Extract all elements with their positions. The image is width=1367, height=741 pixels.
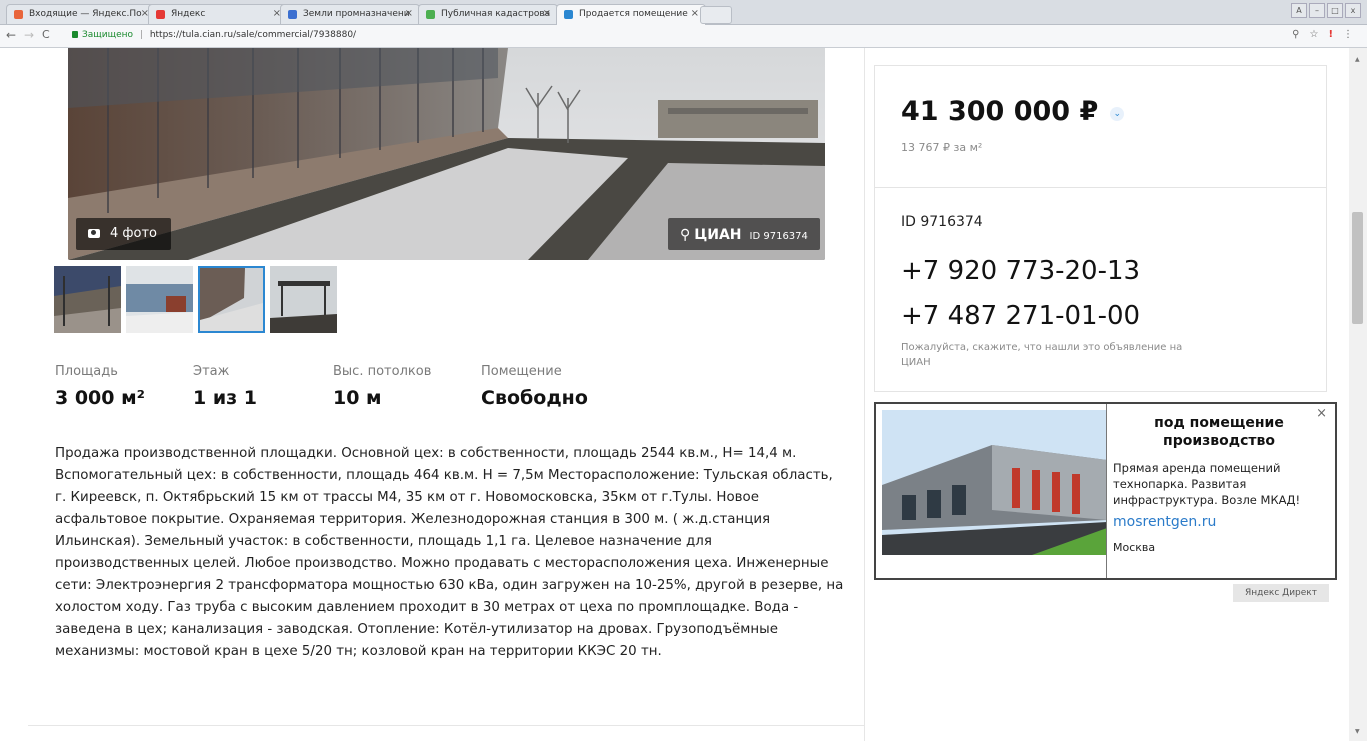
cian-logo: ЦИАН xyxy=(694,227,742,243)
ad-separator xyxy=(1106,404,1107,578)
thumbnail-image xyxy=(270,266,337,333)
user-button[interactable]: A xyxy=(1291,3,1307,18)
forward-icon[interactable]: → xyxy=(24,28,34,42)
price-value: 41 300 000 ₽ xyxy=(901,96,1099,127)
thumbnail[interactable] xyxy=(270,266,337,333)
new-tab-button[interactable] xyxy=(700,6,732,24)
stat-value: 10 м xyxy=(333,387,382,409)
yandex-icon xyxy=(156,10,165,19)
stat-value: Свободно xyxy=(481,387,588,409)
extension-icon[interactable]: ! xyxy=(1328,29,1333,40)
window-controls: A – □ x xyxy=(1291,3,1361,18)
listing-column: 4 фото ⚲ ЦИАН ID 9716374 Площадь 3 000 м² xyxy=(28,48,864,741)
ad-provider-label[interactable]: Яндекс Директ xyxy=(1233,584,1329,602)
ad-link[interactable]: mosrentgen.ru xyxy=(1113,514,1216,530)
tab-inbox[interactable]: Входящие — Яндекс.По × xyxy=(6,4,156,24)
stat-value: 1 из 1 xyxy=(193,387,258,409)
back-icon[interactable]: ← xyxy=(6,28,16,42)
thumbnail-image xyxy=(126,266,193,333)
listing-stats: Площадь 3 000 м² Этаж 1 из 1 Выс. потолк… xyxy=(55,364,630,409)
tab-label: Яндекс xyxy=(171,9,206,19)
photo-count-label: 4 фото xyxy=(110,226,157,241)
tab-label: Публичная кадастрова xyxy=(441,9,551,19)
address-actions: ⚲ ☆ ! ⋮ xyxy=(1292,29,1353,40)
url-text: https://tula.cian.ru/sale/commercial/793… xyxy=(149,30,357,40)
thumbnail-selected[interactable] xyxy=(198,266,265,333)
tab-cadastral[interactable]: Публичная кадастрова × xyxy=(418,4,558,24)
stat-premises: Помещение Свободно xyxy=(481,364,588,409)
bookmark-icon xyxy=(288,10,297,19)
phone-number[interactable]: +7 487 271-01-00 xyxy=(901,301,1140,331)
tab-yandex[interactable]: Яндекс × xyxy=(148,4,288,24)
stat-label: Выс. потолков xyxy=(333,364,432,379)
stat-value: 3 000 м² xyxy=(55,387,145,409)
section-divider xyxy=(28,725,864,726)
browser-tab-bar: Входящие — Яндекс.По × Яндекс × Земли пр… xyxy=(0,0,1367,25)
tab-label: Входящие — Яндекс.По xyxy=(29,9,142,19)
stat-floor: Этаж 1 из 1 xyxy=(193,364,291,409)
price: 41 300 000 ₽ ⌄ xyxy=(901,96,1125,127)
menu-icon[interactable]: ⋮ xyxy=(1343,29,1353,40)
scrollbar[interactable]: ▲ ▼ xyxy=(1349,48,1367,741)
thumbnail[interactable] xyxy=(126,266,193,333)
cian-watermark: ⚲ ЦИАН ID 9716374 xyxy=(668,218,820,250)
star-icon[interactable]: ☆ xyxy=(1309,29,1318,40)
contact-card: ID 9716374 +7 920 773-20-13 +7 487 271-0… xyxy=(874,187,1327,392)
close-icon[interactable]: × xyxy=(405,8,413,19)
photo-count-badge[interactable]: 4 фото xyxy=(76,218,171,250)
ad-city: Москва xyxy=(1113,541,1156,554)
page-content: 4 фото ⚲ ЦИАН ID 9716374 Площадь 3 000 м² xyxy=(0,48,1367,741)
chevron-down-icon[interactable]: ⌄ xyxy=(1110,107,1125,121)
ad-text: Прямая аренда помещений технопарка. Разв… xyxy=(1113,461,1301,507)
ad-image[interactable] xyxy=(882,410,1107,555)
price-card: 41 300 000 ₽ ⌄ 13 767 ₽ за м² xyxy=(874,65,1327,187)
tab-label: Земли промназначени xyxy=(303,9,410,19)
ad-building-image xyxy=(882,410,1107,555)
column-divider xyxy=(864,48,865,741)
lock-icon xyxy=(72,31,78,38)
close-icon[interactable]: × xyxy=(543,8,551,19)
minimize-button[interactable]: – xyxy=(1309,3,1325,18)
stat-area: Площадь 3 000 м² xyxy=(55,364,151,409)
tab-label: Продается помещение xyxy=(579,9,688,19)
close-window-button[interactable]: x xyxy=(1345,3,1361,18)
tab-lands[interactable]: Земли промназначени × xyxy=(280,4,420,24)
listing-description: Продажа производственной площадки. Основ… xyxy=(55,446,844,659)
ad-block[interactable]: × под помещение производство Прямая арен… xyxy=(874,402,1337,580)
url-field[interactable]: Защищено | https://tula.cian.ru/sale/com… xyxy=(72,28,1287,43)
zoom-icon[interactable]: ⚲ xyxy=(1292,29,1299,40)
location-pin-icon xyxy=(564,10,573,19)
scroll-thumb[interactable] xyxy=(1352,212,1363,324)
stat-ceiling: Выс. потолков 10 м xyxy=(333,364,439,409)
listing-id: ID 9716374 xyxy=(901,214,983,230)
maximize-button[interactable]: □ xyxy=(1327,3,1343,18)
stat-label: Помещение xyxy=(481,364,562,379)
contact-hint: Пожалуйста, скажите, что нашли это объяв… xyxy=(901,342,1183,368)
thumbnail-image xyxy=(54,266,121,333)
phone-number[interactable]: +7 920 773-20-13 xyxy=(901,256,1140,286)
mail-icon xyxy=(14,10,23,19)
photo-thumbnails xyxy=(54,266,337,333)
watermark-id: ID 9716374 xyxy=(749,231,808,242)
camera-icon xyxy=(88,229,100,238)
price-per-meter: 13 767 ₽ за м² xyxy=(901,141,983,154)
scroll-down-icon[interactable]: ▼ xyxy=(1355,728,1360,735)
tab-listing[interactable]: Продается помещение × xyxy=(556,4,706,25)
ad-title[interactable]: под помещение производство xyxy=(1114,414,1324,450)
close-icon[interactable]: × xyxy=(691,8,699,19)
cian-pin-icon: ⚲ xyxy=(680,227,691,243)
scroll-up-icon[interactable]: ▲ xyxy=(1355,56,1360,63)
map-icon xyxy=(426,10,435,19)
thumbnail-image xyxy=(200,268,263,331)
stat-label: Площадь xyxy=(55,364,118,379)
stat-label: Этаж xyxy=(193,364,230,379)
address-bar: ← → C Защищено | https://tula.cian.ru/sa… xyxy=(0,25,1367,48)
reload-icon[interactable]: C xyxy=(42,28,50,41)
secure-label: Защищено xyxy=(82,30,134,40)
thumbnail[interactable] xyxy=(54,266,121,333)
